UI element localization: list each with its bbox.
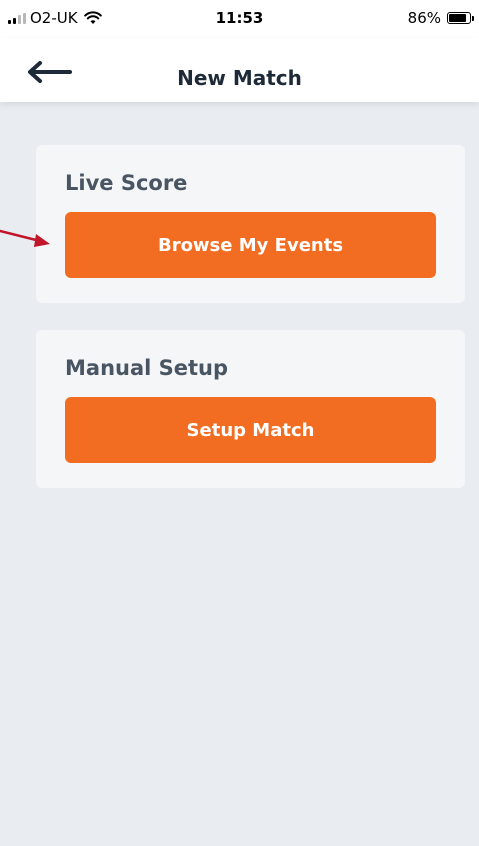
setup-match-button[interactable]: Setup Match	[65, 397, 436, 463]
battery-level-fill	[449, 14, 467, 22]
main-content: Live Score Browse My Events Manual Setup…	[0, 102, 479, 846]
manual-setup-card: Manual Setup Setup Match	[36, 330, 465, 488]
browse-my-events-button[interactable]: Browse My Events	[65, 212, 436, 278]
battery-percent: 86%	[407, 9, 441, 27]
status-bar: O2-UK 11:53 86%	[0, 0, 479, 38]
live-score-card: Live Score Browse My Events	[36, 145, 465, 303]
navigation-bar: New Match	[0, 38, 479, 102]
manual-setup-title: Manual Setup	[65, 356, 229, 380]
live-score-title: Live Score	[65, 171, 188, 195]
status-right: 86%	[407, 9, 474, 27]
page-title: New Match	[177, 66, 302, 90]
battery-icon	[447, 12, 474, 24]
annotation-arrow-icon	[0, 229, 50, 247]
